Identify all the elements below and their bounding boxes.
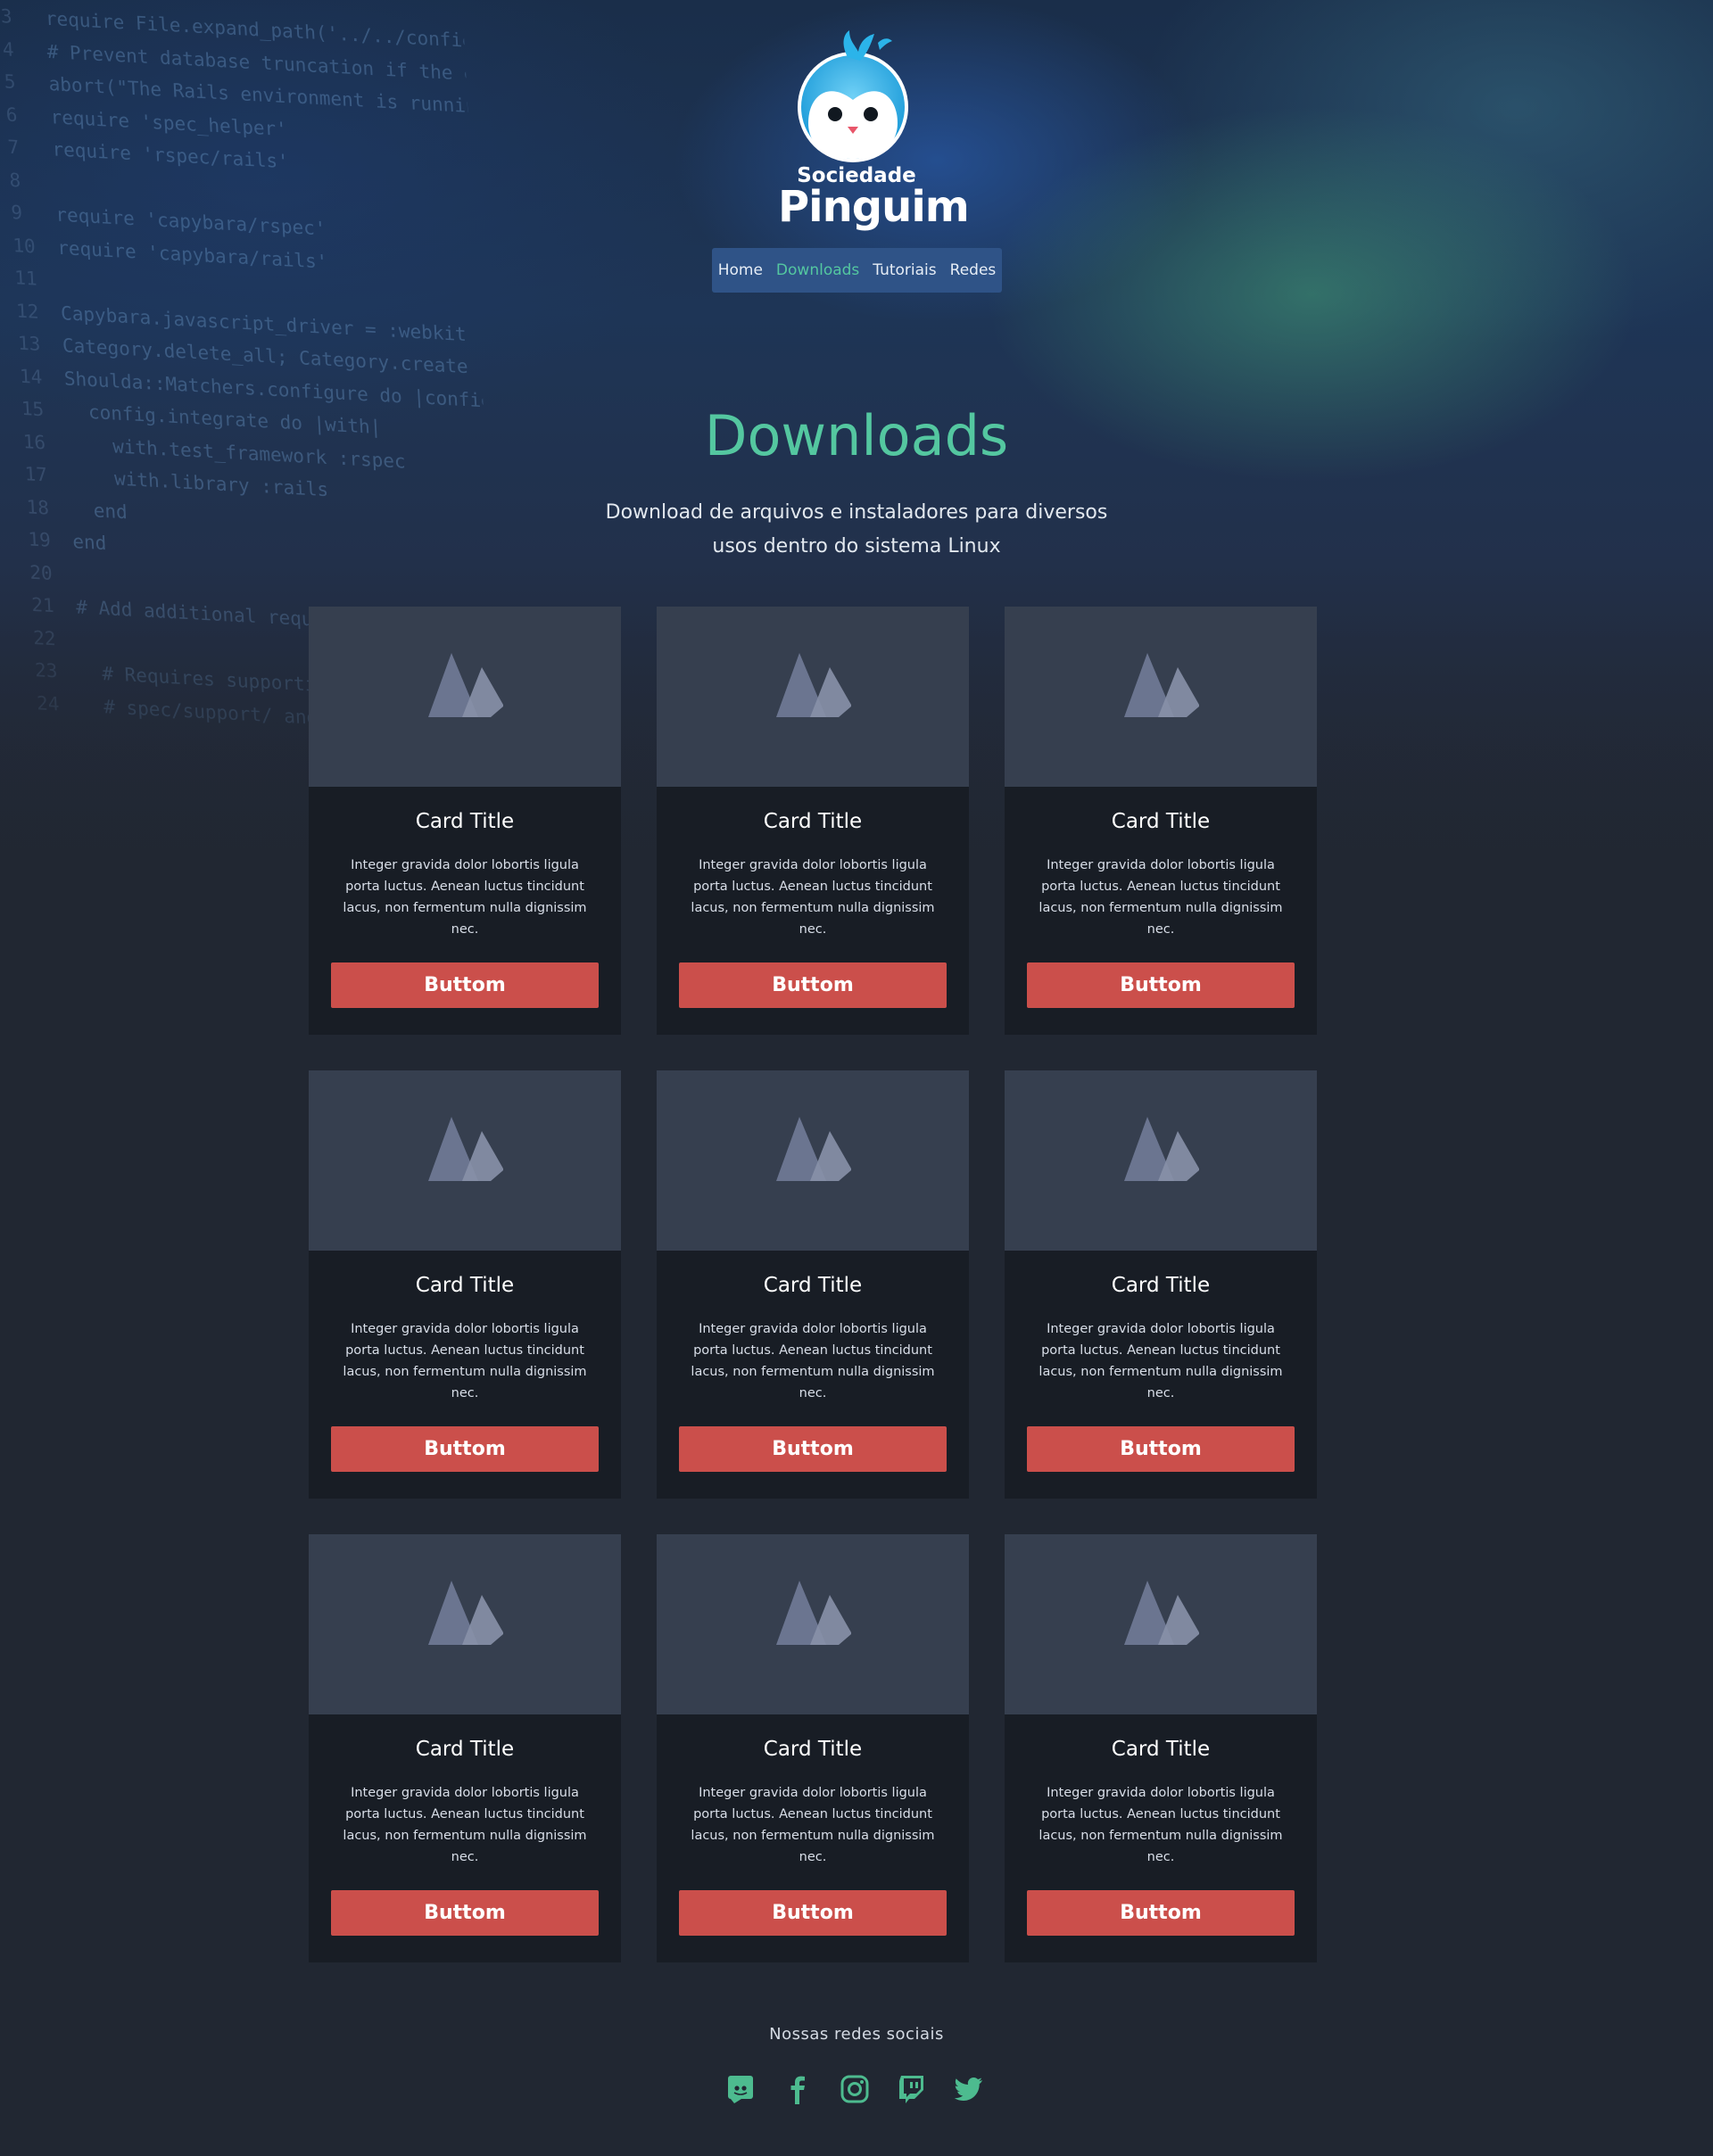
card-title: Card Title: [1111, 1274, 1211, 1297]
card-description: Integer gravida dolor lobortis ligula po…: [691, 1322, 935, 1400]
card-image-placeholder: [657, 607, 969, 787]
download-card: Card Title Integer gravida dolor lobortis…: [1005, 1534, 1317, 1962]
card-description: Integer gravida dolor lobortis ligula po…: [691, 1786, 935, 1864]
download-card: Card Title Integer gravida dolor lobortis…: [1005, 607, 1317, 1035]
card-button[interactable]: Buttom: [331, 1426, 599, 1472]
card-image-placeholder: [657, 1070, 969, 1251]
card-description: Integer gravida dolor lobortis ligula po…: [343, 1786, 587, 1864]
card-title: Card Title: [763, 1738, 863, 1761]
card-description: Integer gravida dolor lobortis ligula po…: [1039, 1786, 1283, 1864]
site-logo[interactable]: Sociedade Pinguim: [778, 25, 970, 232]
card-button[interactable]: Buttom: [1027, 1890, 1295, 1936]
card-title: Card Title: [415, 1738, 515, 1761]
instagram-icon[interactable]: [839, 2073, 871, 2105]
card-title: Card Title: [415, 810, 515, 833]
image-placeholder-icon: [776, 653, 851, 717]
image-placeholder-icon: [428, 1581, 503, 1645]
card-button[interactable]: Buttom: [1027, 962, 1295, 1008]
twitter-icon[interactable]: [953, 2073, 985, 2105]
download-card: Card Title Integer gravida dolor lobortis…: [1005, 1070, 1317, 1499]
card-image-placeholder: [309, 1070, 621, 1251]
download-card: Card Title Integer gravida dolor lobortis…: [657, 1534, 969, 1962]
image-placeholder-icon: [1124, 1117, 1199, 1181]
card-button[interactable]: Buttom: [679, 1426, 947, 1472]
card-title: Card Title: [415, 1274, 515, 1297]
card-button[interactable]: Buttom: [331, 1890, 599, 1936]
card-image-placeholder: [1005, 607, 1317, 787]
nav-item-tutoriais[interactable]: Tutoriais: [873, 261, 936, 279]
download-card: Card Title Integer gravida dolor lobortis…: [309, 607, 621, 1035]
card-description: Integer gravida dolor lobortis ligula po…: [1039, 1322, 1283, 1400]
image-placeholder-icon: [776, 1581, 851, 1645]
main-nav: Home Downloads Tutoriais Redes: [712, 248, 1002, 293]
download-card: Card Title Integer gravida dolor lobortis…: [309, 1070, 621, 1499]
card-image-placeholder: [309, 607, 621, 787]
image-placeholder-icon: [428, 653, 503, 717]
card-title: Card Title: [1111, 1738, 1211, 1761]
card-image-placeholder: [309, 1534, 621, 1714]
image-placeholder-icon: [1124, 1581, 1199, 1645]
image-placeholder-icon: [428, 1117, 503, 1181]
twitch-icon[interactable]: [896, 2073, 928, 2105]
page: Sociedade Pinguim Home Downloads Tutoria…: [0, 0, 1713, 2156]
download-card: Card Title Integer gravida dolor lobortis…: [657, 1070, 969, 1499]
card-button[interactable]: Buttom: [331, 962, 599, 1008]
card-image-placeholder: [1005, 1534, 1317, 1714]
penguin-logo-icon: [798, 30, 908, 162]
card-description: Integer gravida dolor lobortis ligula po…: [343, 1322, 587, 1400]
facebook-icon[interactable]: [782, 2073, 814, 2105]
card-button[interactable]: Buttom: [1027, 1426, 1295, 1472]
card-image-placeholder: [657, 1534, 969, 1714]
social-links: [721, 2071, 992, 2107]
card-description: Integer gravida dolor lobortis ligula po…: [343, 858, 587, 937]
nav-item-home[interactable]: Home: [718, 261, 763, 279]
image-placeholder-icon: [1124, 653, 1199, 717]
card-button[interactable]: Buttom: [679, 962, 947, 1008]
card-title: Card Title: [763, 810, 863, 833]
card-description: Integer gravida dolor lobortis ligula po…: [691, 858, 935, 937]
page-title: Downloads: [704, 403, 1009, 468]
nav-item-redes[interactable]: Redes: [950, 261, 997, 279]
card-title: Card Title: [763, 1274, 863, 1297]
nav-item-downloads[interactable]: Downloads: [776, 261, 859, 279]
download-card: Card Title Integer gravida dolor lobortis…: [309, 1534, 621, 1962]
card-button[interactable]: Buttom: [679, 1890, 947, 1936]
page-subtitle: Download de arquivos e instaladores para…: [605, 501, 1108, 558]
logo-text-line2: Pinguim: [778, 182, 970, 232]
download-card: Card Title Integer gravida dolor lobortis…: [657, 607, 969, 1035]
card-description: Integer gravida dolor lobortis ligula po…: [1039, 858, 1283, 937]
card-image-placeholder: [1005, 1070, 1317, 1251]
image-placeholder-icon: [776, 1117, 851, 1181]
card-title: Card Title: [1111, 810, 1211, 833]
discord-icon[interactable]: [724, 2073, 757, 2105]
footer-social-label: Nossas redes sociais: [769, 2025, 944, 2044]
downloads-card-grid: Card Title Integer gravida dolor lobortis…: [309, 607, 1317, 1962]
